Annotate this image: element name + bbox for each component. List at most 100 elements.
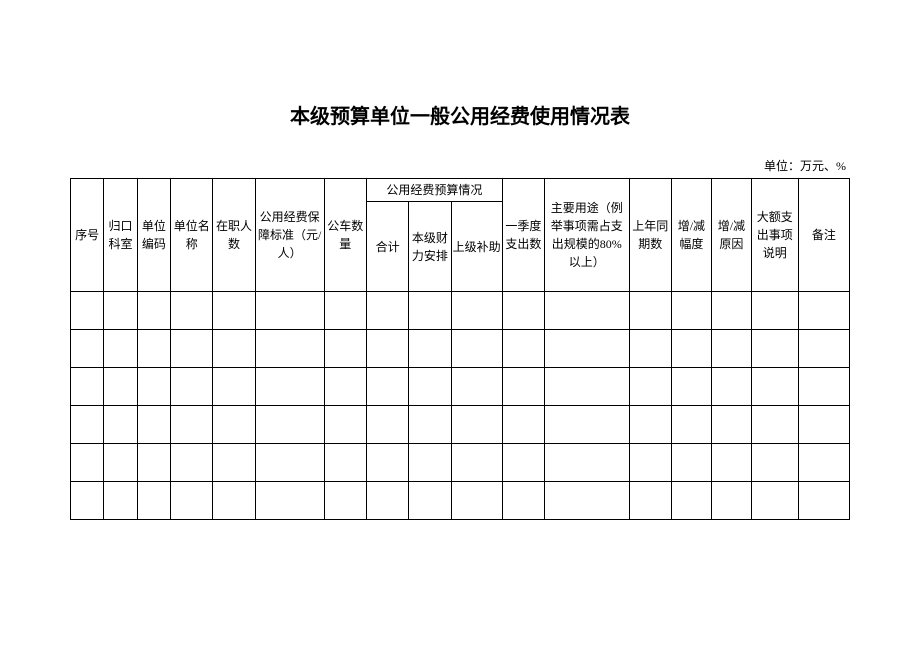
cell-remark [798,330,849,368]
cell-reason [711,368,751,406]
cell-seq [71,292,104,330]
cell-upper [451,406,502,444]
header-code: 单位编码 [137,179,170,292]
cell-dept [104,292,137,330]
cell-cars [324,406,366,444]
cell-local [409,330,451,368]
table-row [71,482,850,520]
cell-q1 [502,330,544,368]
header-local: 本级财力安排 [409,202,451,292]
cell-staff [213,292,255,330]
cell-cars [324,482,366,520]
table-row [71,444,850,482]
cell-seq [71,482,104,520]
cell-range [671,368,711,406]
cell-total [366,292,408,330]
cell-code [137,292,170,330]
cell-name [171,292,213,330]
cell-q1 [502,482,544,520]
cell-usage [545,292,630,330]
cell-standard [255,368,324,406]
cell-standard [255,444,324,482]
cell-total [366,330,408,368]
cell-usage [545,482,630,520]
cell-upper [451,368,502,406]
cell-q1 [502,444,544,482]
cell-reason [711,330,751,368]
cell-upper [451,444,502,482]
cell-remark [798,368,849,406]
cell-remark [798,406,849,444]
table-row [71,368,850,406]
cell-remark [798,482,849,520]
cell-code [137,368,170,406]
cell-reason [711,406,751,444]
cell-total [366,406,408,444]
header-usage: 主要用途（例举事项需占支出规模的80%以上） [545,179,630,292]
header-seq: 序号 [71,179,104,292]
cell-staff [213,368,255,406]
cell-reason [711,444,751,482]
table-row [71,330,850,368]
cell-cars [324,368,366,406]
cell-seq [71,368,104,406]
cell-range [671,292,711,330]
cell-cars [324,444,366,482]
cell-prev [629,292,671,330]
cell-standard [255,330,324,368]
unit-label: 单位：万元、% [70,157,850,174]
cell-upper [451,482,502,520]
header-prev: 上年同期数 [629,179,671,292]
cell-range [671,482,711,520]
cell-usage [545,330,630,368]
cell-staff [213,444,255,482]
cell-standard [255,406,324,444]
header-range: 增/减幅度 [671,179,711,292]
table-row [71,406,850,444]
header-name: 单位名称 [171,179,213,292]
header-reason: 增/减原因 [711,179,751,292]
cell-code [137,444,170,482]
cell-usage [545,444,630,482]
cell-cars [324,292,366,330]
cell-range [671,330,711,368]
cell-remark [798,444,849,482]
cell-q1 [502,368,544,406]
cell-prev [629,482,671,520]
table-body [71,292,850,520]
cell-name [171,406,213,444]
cell-upper [451,330,502,368]
cell-large [751,406,798,444]
cell-large [751,330,798,368]
cell-seq [71,330,104,368]
cell-range [671,406,711,444]
cell-local [409,368,451,406]
cell-code [137,330,170,368]
cell-local [409,292,451,330]
cell-usage [545,368,630,406]
cell-reason [711,482,751,520]
cell-prev [629,330,671,368]
header-staff: 在职人数 [213,179,255,292]
cell-prev [629,368,671,406]
cell-dept [104,330,137,368]
header-large: 大额支出事项说明 [751,179,798,292]
header-upper: 上级补助 [451,202,502,292]
header-cars: 公车数量 [324,179,366,292]
cell-q1 [502,292,544,330]
cell-large [751,368,798,406]
cell-seq [71,444,104,482]
cell-local [409,482,451,520]
cell-range [671,444,711,482]
cell-large [751,482,798,520]
cell-q1 [502,406,544,444]
table-row [71,292,850,330]
header-q1: 一季度支出数 [502,179,544,292]
cell-remark [798,292,849,330]
cell-code [137,406,170,444]
cell-cars [324,330,366,368]
header-dept: 归口科室 [104,179,137,292]
cell-large [751,292,798,330]
header-budget-group: 公用经费预算情况 [366,179,502,202]
cell-total [366,444,408,482]
